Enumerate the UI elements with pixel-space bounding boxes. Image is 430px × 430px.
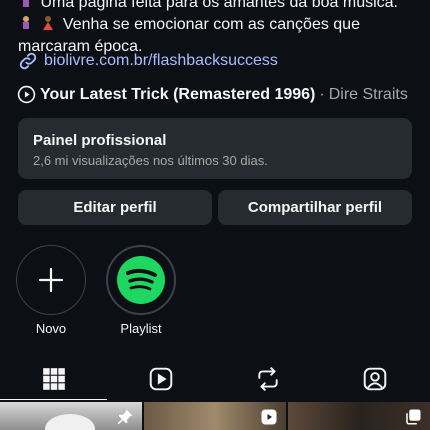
bio: Uma página feita para os amantes da boa … <box>18 0 418 58</box>
posts-grid <box>0 402 430 430</box>
post-thumbnail-1[interactable] <box>0 402 142 430</box>
tab-reposts[interactable] <box>214 358 321 400</box>
highlight-playlist-label: Playlist <box>120 321 162 336</box>
highlight-playlist[interactable]: Playlist <box>106 245 176 336</box>
bio-text-2: Venha se emocionar com as canções que <box>62 16 360 33</box>
dancer-emoji-icon <box>43 16 54 30</box>
dancer-emoji-icon <box>23 16 29 29</box>
dashboard-title: Painel profissional <box>33 132 167 149</box>
share-profile-button[interactable]: Compartilhar perfil <box>218 190 412 225</box>
dancer-emoji-icon <box>23 0 29 7</box>
repost-icon <box>257 367 278 391</box>
bio-link-text[interactable]: biolivre.com.br/flashbacksuccess <box>44 52 278 70</box>
reels-icon <box>149 367 172 391</box>
spotify-icon <box>117 256 165 304</box>
tab-tagged[interactable] <box>321 358 428 400</box>
bio-line-1: Uma página feita para os amantes da boa … <box>18 0 418 14</box>
profile-tabs <box>0 358 430 400</box>
grid-icon <box>42 368 65 390</box>
tab-reels[interactable] <box>107 358 214 400</box>
pin-icon <box>117 409 133 425</box>
edit-profile-button[interactable]: Editar perfil <box>18 190 212 225</box>
professional-dashboard[interactable]: Painel profissional 2,6 mi visualizações… <box>18 118 412 179</box>
reels-icon <box>261 409 277 425</box>
post-thumbnail-3[interactable] <box>288 402 430 430</box>
highlight-playlist-circle[interactable] <box>106 245 176 315</box>
highlight-new[interactable]: Novo <box>16 245 86 336</box>
play-circle-icon <box>17 85 36 104</box>
music-artist: Dire Straits <box>328 85 408 103</box>
music-separator: · <box>319 85 325 103</box>
post-thumbnail-2[interactable] <box>144 402 286 430</box>
tab-posts-grid[interactable] <box>0 358 107 400</box>
tagged-icon <box>363 367 386 391</box>
bio-link[interactable]: biolivre.com.br/flashbacksuccess <box>18 51 278 71</box>
highlight-new-circle[interactable] <box>16 245 86 315</box>
highlight-new-label: Novo <box>35 321 67 336</box>
plus-icon <box>38 267 64 293</box>
dashboard-subtitle: 2,6 mi visualizações nos últimos 30 dias… <box>33 153 268 168</box>
profile-music[interactable]: Your Latest Trick (Remastered 1996) · Di… <box>17 85 408 104</box>
bio-line-2: Venha se emocionar com as canções que <box>18 14 418 36</box>
link-icon <box>19 52 37 70</box>
bio-text-1: Uma página feita para os amantes da boa … <box>40 0 398 11</box>
music-song-title: Your Latest Trick (Remastered 1996) <box>40 85 316 103</box>
carousel-icon <box>406 409 421 425</box>
